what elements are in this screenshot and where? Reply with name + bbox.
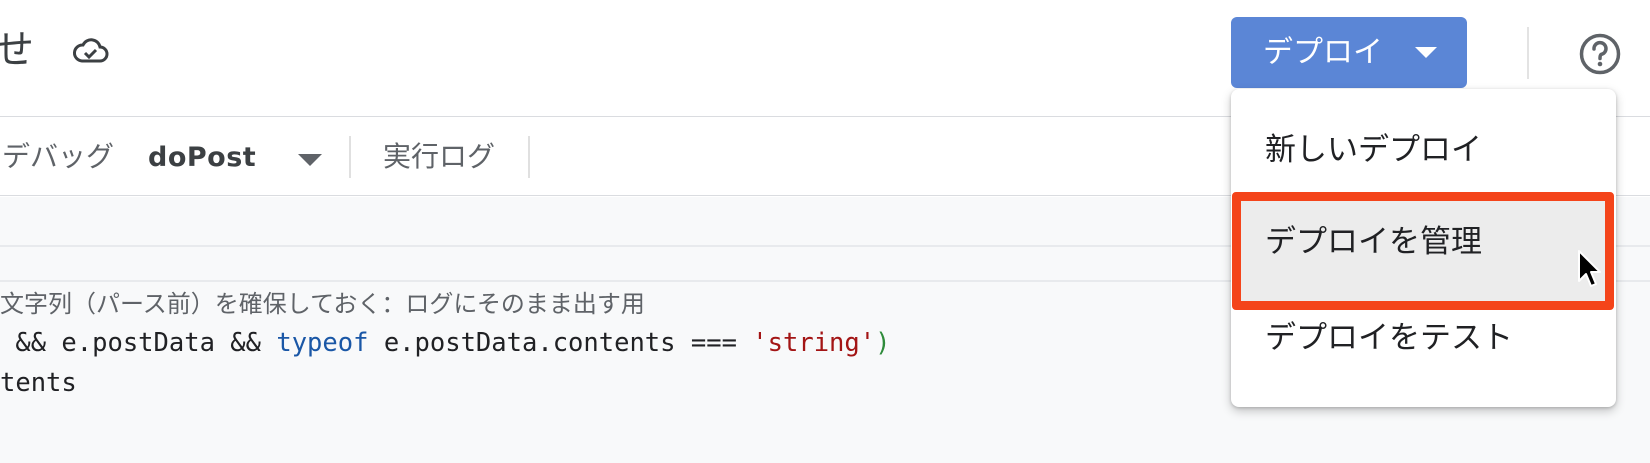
- code-token-keyword: typeof: [276, 328, 369, 358]
- project-title[interactable]: せ: [0, 22, 34, 78]
- menu-item-manage-deploy[interactable]: デプロイを管理: [1231, 195, 1616, 289]
- deploy-dropdown-menu-overlay: デプロイを管理 デプロイをテスト: [1231, 89, 1616, 407]
- menu-item-test-deploy[interactable]: デプロイをテスト: [1231, 291, 1616, 385]
- code-token: && e.postData &&: [0, 328, 277, 358]
- function-select[interactable]: doPost: [148, 118, 256, 198]
- debug-button[interactable]: デバッグ: [2, 118, 114, 196]
- toolbar-divider: [528, 136, 530, 178]
- toolbar-divider: [349, 136, 351, 178]
- mouse-pointer-icon: [1578, 250, 1601, 287]
- function-select-chevron-icon[interactable]: [298, 154, 322, 166]
- header-divider: [1527, 27, 1529, 79]
- code-token-paren: ): [875, 328, 891, 358]
- execution-log-button[interactable]: 実行ログ: [383, 118, 495, 196]
- code-line: tents: [0, 368, 77, 398]
- chevron-down-icon: [1415, 47, 1437, 58]
- code-line-comment: 文字列（パース前）を確保しておく：ログにそのまま出す用: [0, 290, 645, 318]
- menu-item-label: デプロイを管理: [1265, 224, 1482, 260]
- menu-item-label: デプロイをテスト: [1265, 320, 1513, 356]
- deploy-button[interactable]: デプロイ: [1231, 17, 1467, 88]
- deploy-button-label: デプロイ: [1263, 35, 1383, 70]
- help-circle-icon[interactable]: [1578, 32, 1622, 76]
- code-token-string: 'string': [752, 328, 876, 358]
- code-token: e.postData.contents ===: [368, 328, 753, 358]
- code-line: && e.postData && typeof e.postData.conte…: [0, 324, 890, 362]
- cloud-check-icon: [73, 38, 109, 63]
